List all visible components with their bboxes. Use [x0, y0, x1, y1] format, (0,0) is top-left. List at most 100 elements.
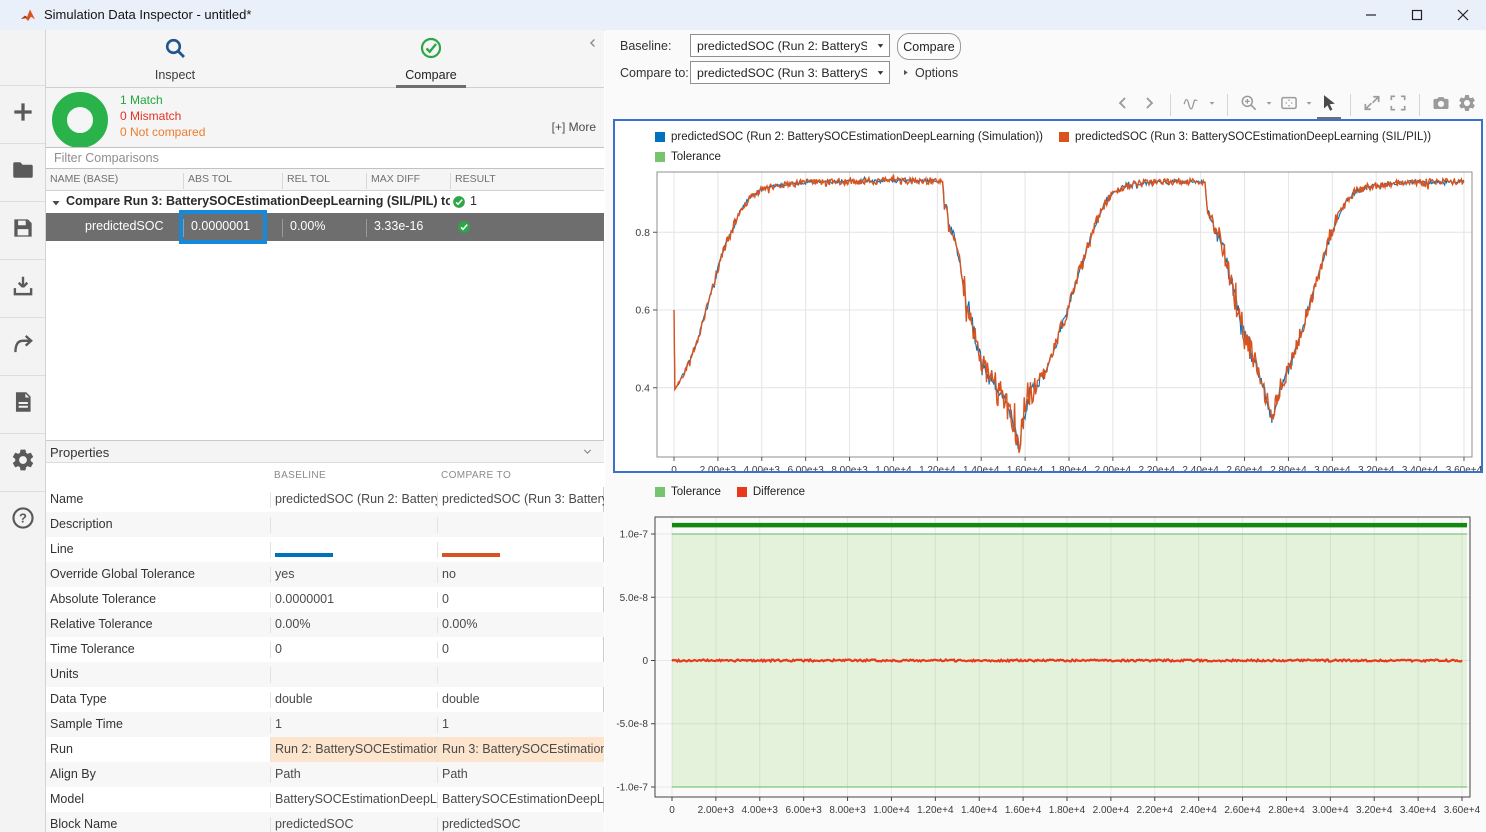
svg-text:4.00e+3: 4.00e+3 — [744, 465, 781, 471]
signal-name-cell[interactable]: predictedSOC — [46, 219, 183, 237]
column-header-rel-tol[interactable]: REL TOL — [282, 173, 366, 189]
svg-text:8.00e+3: 8.00e+3 — [829, 805, 866, 816]
property-value-baseline[interactable]: 0.00% — [270, 617, 437, 633]
open-button[interactable] — [0, 143, 45, 201]
property-value-compare[interactable]: 0.00% — [437, 617, 604, 633]
help-button[interactable]: ? — [0, 491, 45, 549]
pointer-tool-button[interactable] — [1316, 92, 1342, 118]
property-value-compare[interactable]: 0 — [437, 642, 604, 658]
zoom-tool-button[interactable] — [1236, 92, 1262, 118]
tab-inspect[interactable]: Inspect — [115, 36, 235, 82]
property-value-compare: Run 3: BatterySOCEstimationDeepLearning … — [437, 737, 604, 762]
result-donut — [52, 92, 108, 148]
property-value-compare[interactable] — [437, 667, 604, 683]
property-row-absolute-tolerance: Absolute Tolerance 0.00000010 — [46, 587, 604, 612]
preferences-icon — [10, 447, 36, 478]
property-value-baseline: predictedSOC — [270, 817, 437, 832]
export-icon — [10, 331, 36, 362]
toolbar-separator — [1350, 94, 1351, 116]
comparison-signal-row[interactable]: predictedSOC 0.0000001 0.00% 3.33e-16 — [46, 213, 604, 241]
svg-text:2.00e+3: 2.00e+3 — [700, 465, 737, 471]
filter-comparisons-input[interactable] — [46, 148, 602, 168]
property-value-compare[interactable]: no — [437, 567, 604, 583]
baseline-dropdown[interactable]: predictedSOC (Run 2: BatterySO( — [690, 34, 890, 57]
collapse-panel-icon[interactable] — [586, 36, 600, 55]
history-back-button[interactable] — [1110, 92, 1136, 118]
maximize-button[interactable] — [1394, 0, 1440, 30]
property-value-baseline[interactable] — [270, 667, 437, 683]
property-value-compare: BatterySOCEstimationDeepLearning — [437, 792, 604, 808]
baseline-line-swatch — [275, 553, 333, 557]
svg-text:2.40e+4: 2.40e+4 — [1182, 465, 1219, 471]
import-button[interactable] — [0, 259, 45, 317]
property-value-compare[interactable]: 0 — [437, 592, 604, 608]
comparison-group-row[interactable]: Compare Run 3: BatterySOCEstimationDeepL… — [46, 191, 604, 213]
property-value-baseline[interactable]: 0.0000001 — [270, 592, 437, 608]
search-icon — [163, 47, 187, 64]
svg-text:0.8: 0.8 — [635, 227, 650, 239]
property-row-sample-time: Sample Time11 — [46, 712, 604, 737]
chart2-plot[interactable]: 1.0e-75.0e-80-5.0e-8-1.0e-702.00e+34.00e… — [605, 502, 1486, 832]
svg-text:1.20e+4: 1.20e+4 — [917, 805, 954, 816]
chevron-down-icon[interactable] — [581, 445, 594, 463]
legend-swatch-baseline — [655, 132, 665, 142]
add-button[interactable] — [0, 85, 45, 143]
snapshot-tool-button[interactable] — [1428, 92, 1454, 118]
plot-toolbar — [1110, 90, 1480, 120]
property-value-baseline[interactable]: 0 — [270, 642, 437, 658]
compare-button[interactable]: Compare — [897, 33, 961, 60]
import-icon — [10, 273, 36, 304]
compare-to-dropdown[interactable]: predictedSOC (Run 3: BatterySO( — [690, 61, 890, 84]
column-header-name-base-[interactable]: NAME (BASE) — [46, 173, 183, 189]
caret-down-icon[interactable] — [1262, 92, 1276, 118]
column-header-max-diff[interactable]: MAX DIFF — [366, 173, 450, 189]
triangle-down-icon[interactable] — [50, 196, 62, 214]
property-value-compare[interactable] — [437, 542, 604, 558]
property-value-baseline[interactable]: predictedSOC (Run 2: BatterySOCEstimatio… — [270, 492, 437, 508]
chart2-legend: Tolerance Difference — [655, 486, 805, 498]
signal-tool-button[interactable] — [1179, 92, 1205, 118]
property-value-baseline[interactable] — [270, 542, 437, 558]
plot-settings-button[interactable] — [1454, 92, 1480, 118]
open-icon — [10, 157, 36, 188]
options-expander[interactable]: Options — [901, 66, 958, 80]
property-value-compare[interactable] — [437, 517, 604, 533]
rel-tol-cell[interactable]: 0.00% — [282, 219, 366, 237]
svg-text:0: 0 — [669, 805, 675, 816]
minimize-button[interactable] — [1348, 0, 1394, 30]
create-report-button[interactable] — [0, 375, 45, 433]
legend-label-difference: Difference — [753, 486, 805, 498]
property-label: Absolute Tolerance — [50, 592, 156, 606]
save-button[interactable] — [0, 201, 45, 259]
tab-compare[interactable]: Compare — [371, 36, 491, 82]
not-compared-count: 0 Not compared — [120, 125, 205, 139]
preferences-button[interactable] — [0, 433, 45, 491]
property-value-baseline[interactable]: yes — [270, 567, 437, 583]
gear-icon — [1457, 93, 1477, 118]
create-report-icon — [10, 389, 36, 420]
fullscreen-tool-button[interactable] — [1385, 92, 1411, 118]
history-forward-button[interactable] — [1136, 92, 1162, 118]
property-label: Sample Time — [50, 717, 123, 731]
svg-text:3.40e+4: 3.40e+4 — [1400, 805, 1437, 816]
svg-text:2.00e+3: 2.00e+3 — [698, 805, 735, 816]
fit-to-view-tool-button[interactable] — [1276, 92, 1302, 118]
svg-text:2.20e+4: 2.20e+4 — [1137, 805, 1174, 816]
close-button[interactable] — [1440, 0, 1486, 30]
more-link[interactable]: [+] More — [552, 120, 596, 134]
column-header-result[interactable]: RESULT — [450, 173, 604, 189]
expand-tool-button[interactable] — [1359, 92, 1385, 118]
abs-tol-cell[interactable]: 0.0000001 — [183, 219, 282, 237]
column-header-abs-tol[interactable]: ABS TOL — [183, 173, 282, 189]
svg-text:3.60e+4: 3.60e+4 — [1446, 465, 1481, 471]
caret-down-icon[interactable] — [1302, 92, 1316, 118]
svg-text:2.60e+4: 2.60e+4 — [1224, 805, 1261, 816]
caret-down-icon[interactable] — [1205, 92, 1219, 118]
chart1-container[interactable]: predictedSOC (Run 2: BatterySOCEstimatio… — [613, 119, 1483, 473]
property-value-compare[interactable]: predictedSOC (Run 3: BatterySOCEstimatio… — [437, 492, 604, 508]
export-button[interactable] — [0, 317, 45, 375]
chart1-plot[interactable]: 0.80.60.402.00e+34.00e+36.00e+38.00e+31.… — [615, 163, 1481, 471]
property-value-baseline[interactable] — [270, 517, 437, 533]
properties-header[interactable]: Properties — [46, 440, 604, 463]
result-pass-icon — [457, 220, 471, 239]
